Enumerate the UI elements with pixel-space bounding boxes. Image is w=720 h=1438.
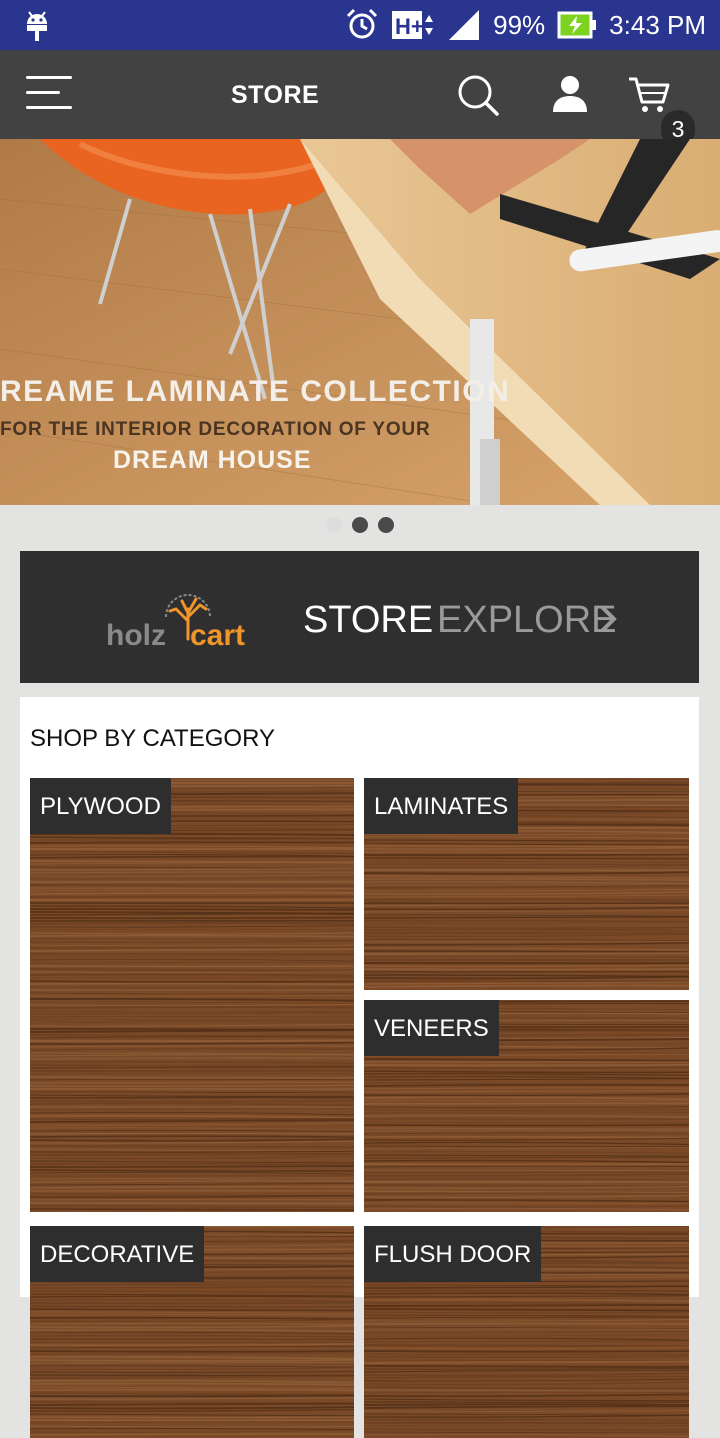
explore-link[interactable]: EXPLORE [437, 599, 617, 642]
battery-percent: 99% [493, 9, 546, 40]
menu-icon[interactable] [26, 76, 72, 112]
category-tile-veneers[interactable]: VENEERS [364, 1000, 689, 1212]
holzcart-logo: holz cart [106, 594, 245, 652]
clock: 3:43 PM [609, 9, 706, 40]
cart-icon[interactable] [627, 74, 673, 114]
promo-banner[interactable]: REAME LAMINATE COLLECTION FOR THE INTERI… [0, 139, 720, 505]
battery-charging-icon [557, 11, 597, 39]
page-title: STORE [231, 81, 320, 109]
search-icon[interactable] [456, 73, 500, 117]
category-tile-flush-door[interactable]: FLUSH DOOR [364, 1226, 689, 1438]
network-type-icon: H+ [392, 11, 434, 39]
chevron-right-icon[interactable] [598, 603, 618, 635]
carousel-dot[interactable] [378, 517, 394, 533]
banner-image [0, 139, 720, 505]
app-bar: STORE 3 [0, 50, 720, 148]
wood-texture [30, 778, 354, 1212]
status-bar: H+ 99% 3:43 PM [0, 0, 720, 50]
category-tile-decorative[interactable]: DECORATIVE [30, 1226, 354, 1438]
category-label: FLUSH DOOR [364, 1226, 542, 1282]
category-label: DECORATIVE [30, 1226, 205, 1282]
carousel-indicator [0, 517, 720, 539]
category-section: SHOP BY CATEGORY PLYWOOD LAMINATES VENEE… [20, 697, 699, 1438]
banner-subtitle: FOR THE INTERIOR DECORATION OF YOUR [0, 419, 431, 440]
carousel-dot[interactable] [352, 517, 368, 533]
store-label: STORE [303, 599, 434, 641]
category-tile-plywood[interactable]: PLYWOOD [30, 778, 354, 1212]
category-tile-laminates[interactable]: LAMINATES [364, 778, 689, 990]
category-label: LAMINATES [364, 778, 519, 834]
category-label: PLYWOOD [30, 778, 171, 834]
category-label: VENEERS [364, 1000, 499, 1056]
banner-title: REAME LAMINATE COLLECTION [0, 375, 511, 408]
section-heading: SHOP BY CATEGORY [30, 725, 275, 752]
banner-tagline: DREAM HOUSE [113, 446, 312, 474]
user-icon[interactable] [549, 74, 591, 114]
alarm-icon [347, 8, 378, 39]
android-icon [27, 11, 47, 41]
svg-text:H+: H+ [395, 14, 424, 39]
svg-text:holz: holz [106, 619, 166, 652]
svg-text:cart: cart [190, 619, 245, 652]
signal-icon [449, 10, 480, 40]
carousel-dot[interactable] [326, 517, 342, 533]
store-explore-banner[interactable]: holz cart STORE EXPLORE [20, 551, 699, 683]
